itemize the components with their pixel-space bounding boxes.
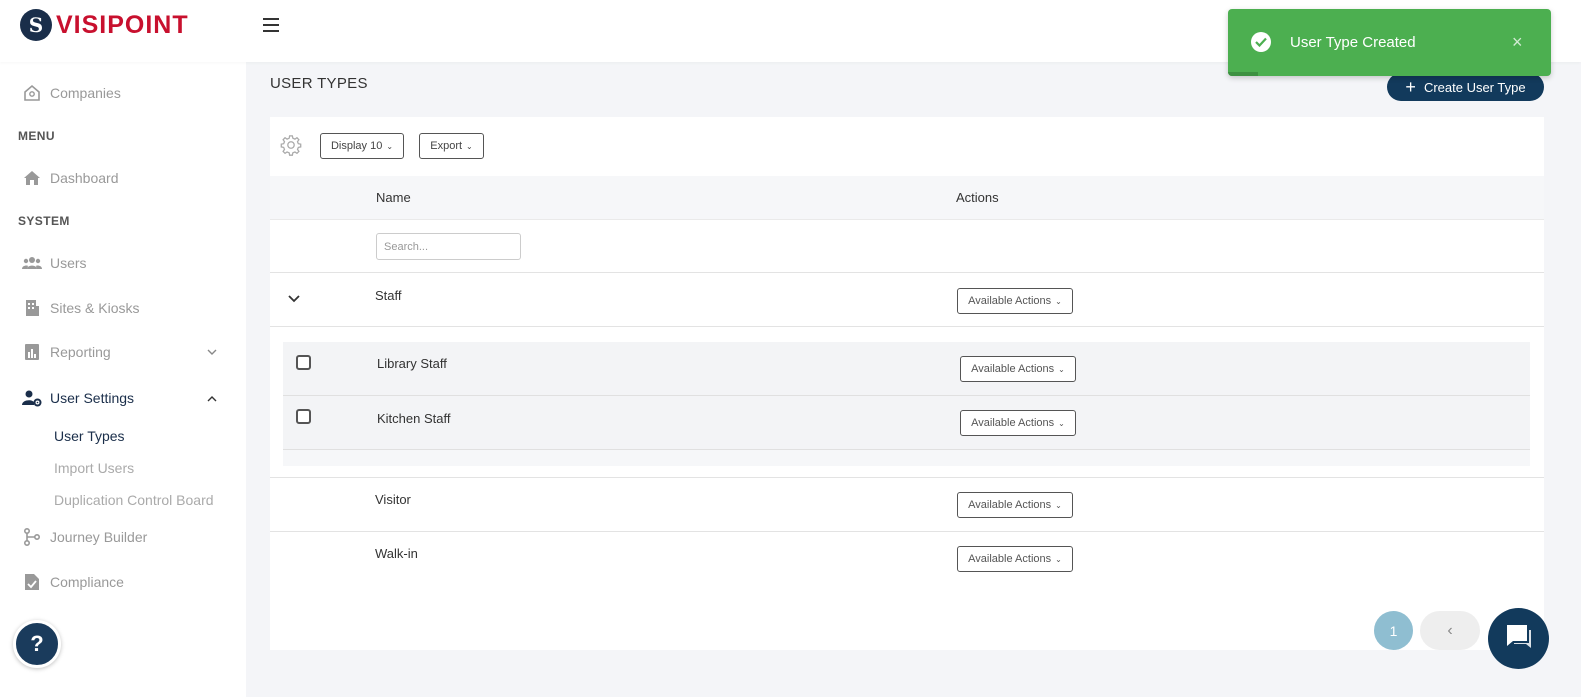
building-outline-icon: [22, 83, 42, 103]
chevron-down-icon[interactable]: [207, 346, 217, 358]
sidebar-heading-system: SYSTEM: [18, 214, 70, 228]
sidebar-item-companies[interactable]: Companies: [22, 83, 121, 103]
user-gear-icon: [22, 388, 42, 408]
page-title: USER TYPES: [270, 75, 368, 92]
building-icon: [22, 298, 42, 318]
sidebar: [0, 62, 246, 697]
home-icon: [22, 168, 42, 188]
chevron-left-icon: ‹: [1447, 621, 1453, 639]
row-checkbox[interactable]: [296, 409, 311, 424]
sidebar-heading-menu: MENU: [18, 129, 55, 143]
sidebar-item-user-settings[interactable]: User Settings: [22, 388, 134, 408]
sidebar-item-label: Dashboard: [50, 170, 119, 186]
help-button[interactable]: ?: [13, 620, 61, 668]
sidebar-item-label: Sites & Kiosks: [50, 300, 140, 316]
table-header: [270, 176, 1544, 220]
column-header-actions: Actions: [956, 190, 999, 205]
chevron-up-icon[interactable]: [207, 393, 217, 405]
row-name-staff: Staff: [375, 288, 402, 303]
gear-icon[interactable]: [280, 134, 302, 156]
toast-progress-bar: [1228, 72, 1258, 76]
row-name-library-staff: Library Staff: [377, 356, 447, 371]
sidebar-item-journey-builder[interactable]: Journey Builder: [22, 527, 147, 547]
sidebar-item-reporting[interactable]: Reporting: [22, 342, 111, 362]
actions-label: Available Actions: [968, 553, 1052, 565]
report-icon: [22, 342, 42, 362]
available-actions-dropdown[interactable]: Available Actions ⌄: [960, 356, 1076, 382]
row-divider: [270, 531, 1544, 532]
available-actions-dropdown[interactable]: Available Actions ⌄: [957, 546, 1073, 572]
success-toast: User Type Created ×: [1228, 9, 1551, 76]
row-name-kitchen-staff: Kitchen Staff: [377, 411, 451, 426]
row-divider: [270, 272, 1544, 273]
display-count-label: Display 10: [330, 140, 383, 152]
row-divider: [270, 326, 1544, 327]
chat-button[interactable]: [1488, 608, 1549, 669]
brand-logo[interactable]: S VISIPOINT: [20, 9, 189, 41]
actions-label: Available Actions: [968, 295, 1052, 307]
actions-label: Available Actions: [971, 417, 1055, 429]
row-name-visitor: Visitor: [375, 492, 411, 507]
available-actions-dropdown[interactable]: Available Actions ⌄: [960, 410, 1076, 436]
row-divider: [270, 477, 1544, 478]
chevron-down-icon: ⌄: [1055, 554, 1062, 564]
row-name-walk-in: Walk-in: [375, 546, 418, 561]
sidebar-item-users[interactable]: Users: [22, 253, 87, 273]
export-dropdown[interactable]: Export ⌄: [419, 133, 484, 159]
create-button-label: Create User Type: [1423, 79, 1526, 95]
pagination-page-1[interactable]: 1: [1374, 611, 1413, 650]
hamburger-menu-icon[interactable]: [263, 18, 279, 32]
chevron-down-icon: ⌄: [1055, 500, 1062, 510]
column-header-name[interactable]: Name: [376, 190, 411, 205]
pagination-prev-button[interactable]: ‹: [1420, 611, 1480, 650]
chevron-down-icon: ⌄: [1058, 418, 1065, 428]
chevron-down-icon: ⌄: [386, 141, 394, 151]
table-row: [283, 342, 1530, 396]
actions-label: Available Actions: [968, 499, 1052, 511]
close-icon[interactable]: ×: [1512, 32, 1523, 53]
sidebar-item-sites-kiosks[interactable]: Sites & Kiosks: [22, 298, 139, 318]
logo-text: VISIPOINT: [56, 10, 189, 39]
toast-message: User Type Created: [1290, 34, 1416, 51]
chat-icon: [1504, 622, 1534, 655]
available-actions-dropdown[interactable]: Available Actions ⌄: [957, 492, 1073, 518]
table-row: [283, 396, 1530, 450]
sidebar-item-label: Users: [50, 255, 87, 271]
sidebar-subitem-user-types[interactable]: User Types: [54, 428, 125, 444]
sidebar-item-label: User Settings: [50, 390, 135, 406]
sidebar-item-label: Compliance: [50, 574, 124, 590]
chevron-down-icon[interactable]: [287, 292, 301, 306]
branch-icon: [22, 527, 42, 547]
chevron-down-icon: ⌄: [1058, 364, 1065, 374]
sidebar-item-dashboard[interactable]: Dashboard: [22, 168, 119, 188]
available-actions-dropdown[interactable]: Available Actions ⌄: [957, 288, 1073, 314]
sidebar-item-label: Reporting: [50, 344, 111, 360]
check-circle-icon: [1251, 32, 1271, 52]
actions-label: Available Actions: [971, 363, 1055, 375]
sidebar-item-label: Companies: [50, 85, 121, 101]
row-checkbox[interactable]: [296, 355, 311, 370]
create-user-type-button[interactable]: + Create User Type: [1387, 73, 1544, 101]
chevron-down-icon: ⌄: [466, 141, 473, 151]
name-search-input[interactable]: [376, 233, 521, 260]
users-icon: [22, 253, 42, 273]
sidebar-subitem-duplication-control-board[interactable]: Duplication Control Board: [54, 492, 214, 508]
document-check-icon: [22, 572, 42, 592]
chevron-down-icon: ⌄: [1055, 296, 1062, 306]
logo-mark-icon: S: [20, 9, 52, 41]
sidebar-item-compliance[interactable]: Compliance: [22, 572, 124, 592]
plus-icon: +: [1405, 77, 1416, 97]
export-label: Export: [430, 140, 463, 152]
display-count-dropdown[interactable]: Display 10 ⌄: [320, 133, 404, 159]
sidebar-subitem-import-users[interactable]: Import Users: [54, 460, 134, 476]
sidebar-item-label: Journey Builder: [50, 529, 148, 545]
